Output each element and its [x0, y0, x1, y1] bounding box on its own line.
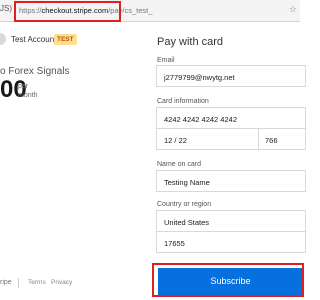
- country-region-label: Country or region: [157, 201, 212, 208]
- billing-period: per month: [18, 82, 37, 100]
- footer-brand: ripe: [0, 279, 12, 286]
- zip-value: 17655: [164, 239, 185, 248]
- email-value: j2779799@nwytg.net: [164, 73, 235, 82]
- terms-link[interactable]: Terms: [28, 279, 46, 286]
- account-name: Test Account: [11, 35, 57, 44]
- card-number-value: 4242 4242 4242 4242: [164, 115, 237, 124]
- bookmark-star-icon[interactable]: ☆: [289, 4, 297, 15]
- account-avatar: [0, 33, 6, 45]
- country-select[interactable]: United States: [156, 210, 306, 232]
- card-info-label: Card information: [157, 98, 209, 105]
- billing-period-per: per: [18, 83, 29, 90]
- browser-tab-fragment: JS): [0, 4, 12, 13]
- country-value: United States: [164, 218, 210, 227]
- form-title: Pay with card: [157, 36, 224, 48]
- card-cvc-value[interactable]: 766: [265, 136, 278, 145]
- privacy-link[interactable]: Privacy: [51, 279, 72, 286]
- subscribe-highlight-box: [152, 263, 304, 297]
- billing-period-unit: month: [18, 92, 38, 99]
- email-field[interactable]: j2779799@nwytg.net: [156, 65, 306, 87]
- url-highlight-box: [14, 1, 121, 22]
- card-row-divider: [258, 129, 259, 149]
- name-on-card-field[interactable]: Testing Name: [156, 170, 306, 192]
- name-on-card-value: Testing Name: [164, 178, 210, 187]
- footer-divider: [18, 278, 19, 288]
- card-number-field[interactable]: 4242 4242 4242 4242: [156, 107, 306, 129]
- test-mode-badge: TEST: [54, 34, 77, 45]
- name-on-card-label: Name on card: [157, 161, 201, 168]
- card-expiry-cvc-row: 12 / 22 766: [156, 128, 306, 150]
- card-expiry-value[interactable]: 12 / 22: [164, 136, 187, 145]
- zip-field[interactable]: 17655: [156, 231, 306, 253]
- email-label: Email: [157, 57, 175, 64]
